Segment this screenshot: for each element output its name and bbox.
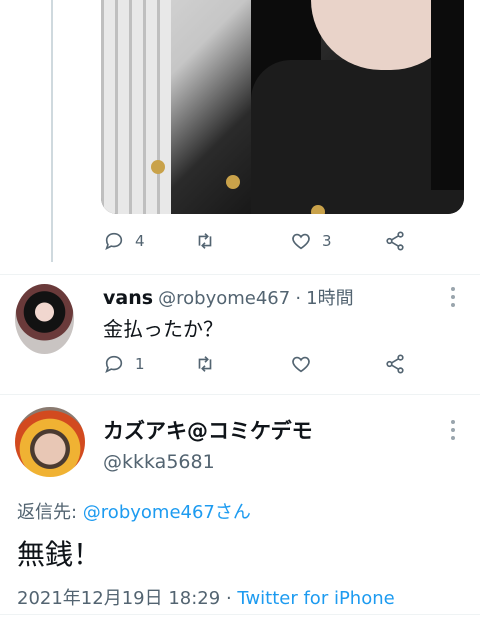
separator: · (295, 288, 302, 309)
retweet-button[interactable] (194, 230, 216, 252)
retweet-button[interactable] (194, 353, 216, 375)
reply-tweet-header: vans @robyome467 · 1時間 (103, 284, 354, 310)
thread-line (51, 0, 53, 262)
handle[interactable]: @kkka5681 (103, 451, 215, 473)
more-icon[interactable] (451, 420, 455, 440)
photo-hair-right (431, 0, 464, 190)
divider (0, 394, 480, 395)
reply-icon (105, 355, 123, 373)
tweet-meta: 2021年12月19日 18:29 · Twitter for iPhone (17, 584, 395, 610)
like-button[interactable]: 3 (290, 230, 332, 252)
share-button[interactable] (384, 230, 406, 252)
display-name[interactable]: カズアキ@コミケデモ (103, 415, 313, 445)
share-button[interactable] (384, 353, 406, 375)
tweet-timestamp[interactable]: 2021年12月19日 18:29 (17, 588, 220, 609)
reply-button[interactable]: 1 (103, 353, 145, 375)
avatar[interactable] (15, 284, 74, 354)
like-icon (292, 233, 310, 250)
tweet-source[interactable]: Twitter for iPhone (237, 588, 394, 609)
like-count: 3 (322, 232, 332, 250)
share-icon (386, 231, 404, 251)
handle[interactable]: @robyome467 (158, 288, 290, 309)
separator: · (225, 588, 232, 609)
reply-count: 4 (135, 232, 145, 250)
like-icon (292, 356, 310, 373)
share-icon (386, 354, 404, 374)
tweet-media-photo[interactable] (101, 0, 464, 214)
photo-background (101, 0, 171, 214)
avatar[interactable] (15, 407, 85, 477)
retweet-icon (198, 356, 212, 372)
photo-button (226, 175, 240, 189)
like-button[interactable] (290, 353, 312, 375)
divider (0, 274, 480, 275)
reply-count: 1 (135, 355, 145, 373)
tweet-text: 金払ったか？ (103, 317, 223, 341)
display-name[interactable]: vans (103, 287, 153, 309)
divider (0, 614, 480, 615)
reply-to: 返信先: @robyome467さん (17, 498, 251, 524)
reply-to-label: 返信先: (17, 502, 83, 523)
reply-to-handle[interactable]: @robyome467さん (83, 502, 251, 523)
photo-button (311, 205, 325, 214)
more-icon[interactable] (451, 287, 455, 307)
retweet-icon (198, 233, 212, 249)
reply-button[interactable]: 4 (103, 230, 145, 252)
tweet-text: 無銭！ (17, 538, 102, 571)
photo-button (151, 160, 165, 174)
reply-icon (105, 232, 123, 250)
tweet-time[interactable]: 1時間 (306, 288, 353, 309)
